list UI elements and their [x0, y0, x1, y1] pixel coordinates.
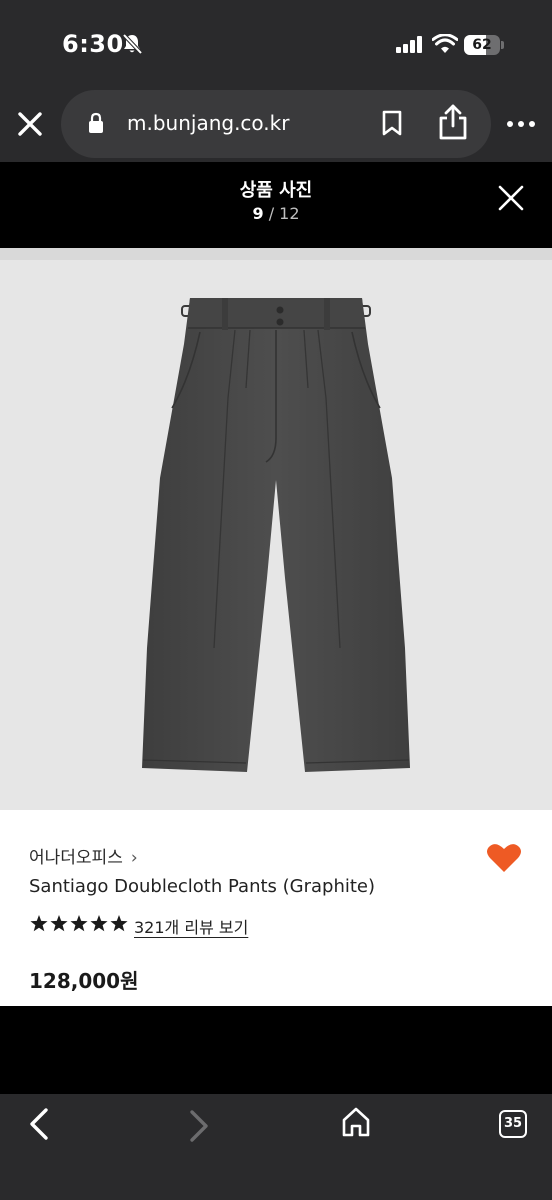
- star-icon: [110, 915, 128, 932]
- battery-body: 62: [464, 35, 500, 55]
- product-info-card: 어나더오피스 › Santiago Doublecloth Pants (Grap…: [0, 810, 552, 1006]
- status-time: 6:30: [62, 30, 124, 58]
- home-icon[interactable]: [340, 1106, 372, 1138]
- back-arrow-icon[interactable]: [24, 1106, 56, 1142]
- wifi-icon: [432, 34, 458, 53]
- star-icon: [50, 915, 68, 932]
- gallery-title: 상품 사진: [239, 180, 313, 201]
- photo-counter-total: 12: [279, 204, 300, 223]
- forward-arrow-icon[interactable]: [182, 1108, 214, 1144]
- product-name: Santiago Doublecloth Pants (Graphite): [29, 876, 376, 897]
- browser-bottom-nav: 35: [0, 1094, 552, 1200]
- brand-name: 어나더오피스: [29, 848, 123, 868]
- battery-tip: [501, 41, 504, 49]
- share-icon[interactable]: [436, 104, 470, 140]
- gallery-header: 상품 사진 9 / 12: [0, 162, 552, 248]
- star-icon: [30, 915, 48, 932]
- photo-counter: 9 / 12: [0, 204, 552, 223]
- tabs-button[interactable]: 35: [499, 1110, 527, 1138]
- more-icon[interactable]: [505, 116, 537, 132]
- reviews-link[interactable]: 321개 리뷰 보기: [134, 914, 248, 938]
- browser-toolbar: m.bunjang.co.kr: [0, 90, 552, 162]
- battery-percent: 62: [472, 37, 492, 53]
- close-icon[interactable]: [14, 108, 46, 140]
- bookmark-icon[interactable]: [380, 110, 404, 136]
- battery-icon: 62: [464, 35, 504, 55]
- brand-link[interactable]: 어나더오피스 ›: [29, 843, 138, 868]
- star-icon: [90, 915, 108, 932]
- lock-icon: [89, 112, 103, 133]
- bell-slash-icon: [122, 33, 143, 55]
- chevron-right-icon: ›: [130, 848, 138, 868]
- star-rating: [30, 915, 128, 932]
- photo-counter-current: 9: [252, 204, 264, 223]
- product-price: 128,000원: [29, 969, 139, 993]
- address-bar[interactable]: m.bunjang.co.kr: [61, 90, 491, 158]
- star-icon: [70, 915, 88, 932]
- url-text: m.bunjang.co.kr: [127, 111, 290, 135]
- empty-area: [0, 1006, 552, 1094]
- status-bar: 6:30 62: [0, 0, 552, 90]
- gallery-close-icon[interactable]: [494, 181, 528, 215]
- signal-icon: [396, 36, 422, 53]
- heart-icon[interactable]: [486, 842, 522, 874]
- pants-image: [142, 298, 410, 772]
- photo-counter-separator: /: [263, 204, 280, 223]
- product-photo[interactable]: [0, 248, 552, 810]
